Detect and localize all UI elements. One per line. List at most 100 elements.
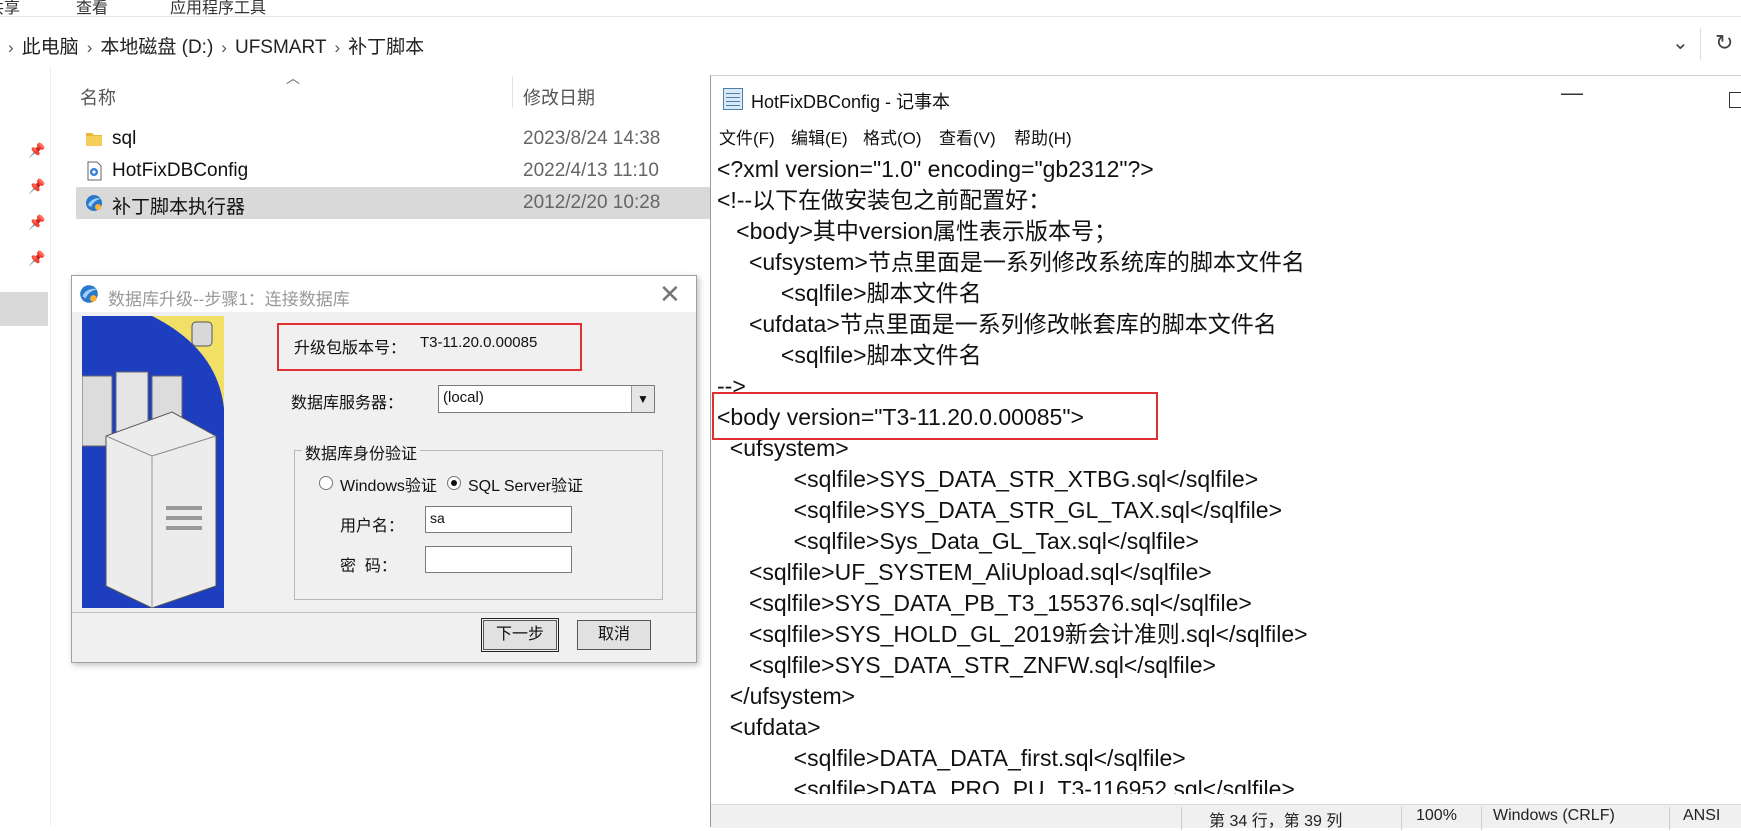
chevron-right-icon[interactable]: › [334,38,340,57]
text-line: <sqlfile>Sys_Data_GL_Tax.sql</sqlfile> [717,528,1199,554]
navigation-pane: 📌 📌 📌 📌 [0,66,51,826]
file-name: HotFixDBConfig [112,160,249,181]
notepad-icon [723,88,743,110]
menu-file[interactable]: 文件(F) [719,124,775,149]
breadcrumb-patch-scripts[interactable]: 补丁脚本 [348,37,424,58]
server-illustration [82,316,224,608]
config-file-icon [87,161,102,181]
column-header-date[interactable]: 修改日期 [523,84,595,110]
text-line: </ufsystem> [717,683,856,709]
ribbon-tabs: 共享 查看 应用程序工具 [0,0,1741,17]
file-row-patch-executor[interactable]: 补丁脚本执行器 2012/2/20 10:28 [76,187,710,219]
chevron-right-icon[interactable]: › [87,38,93,57]
password-field[interactable] [425,546,572,573]
nav-selected-item[interactable] [0,292,48,326]
file-name: 补丁脚本执行器 [112,197,246,218]
pin-icon[interactable]: 📌 [28,142,45,159]
notepad-window: HotFixDBConfig - 记事本 — 文件(F) 编辑(E) 格式(O)… [710,75,1741,830]
windows-auth-label[interactable]: Windows验证 [340,472,437,496]
cancel-button[interactable]: 取消 [577,620,651,650]
sort-ascending-icon: ︿ [286,70,300,86]
sql-auth-radio[interactable] [447,476,461,490]
text-line: <sqlfile>DATA_DATA_first.sql</sqlfile> [717,745,1186,771]
breadcrumb: › 此电脑 › 本地磁盘 (D:) › UFSMART › 补丁脚本 [8,32,424,59]
server-label: 数据库服务器： [291,395,404,412]
close-icon[interactable]: ✕ [659,279,681,310]
text-line: <sqlfile>UF_SYSTEM_AliUpload.sql</sqlfil… [717,559,1212,585]
notepad-menubar: 文件(F) 编辑(E) 格式(O) 查看(V) 帮助(H) [711,122,1741,148]
file-date: 2012/2/20 10:28 [523,192,661,213]
text-line: <body>其中version属性表示版本号； [717,218,1118,244]
pin-icon[interactable]: 📌 [28,250,45,267]
minimize-icon[interactable]: — [1561,80,1583,106]
dialog-title: 数据库升级--步骤1：连接数据库 [108,290,350,309]
menu-help[interactable]: 帮助(H) [1014,124,1072,149]
chevron-right-icon[interactable]: › [8,38,14,57]
version-value: T3-11.20.0.00085 [420,334,538,351]
menu-format[interactable]: 格式(O) [863,124,922,149]
notepad-title: HotFixDBConfig - 记事本 [751,92,951,112]
pin-icon[interactable]: 📌 [28,178,45,195]
notepad-text-area[interactable]: <?xml version="1.0" encoding="gb2312"?> … [717,154,1737,794]
text-line: <sqlfile>SYS_DATA_STR_GL_TAX.sql</sqlfil… [717,497,1283,523]
file-row-hotfixdbconfig[interactable]: HotFixDBConfig 2022/4/13 11:10 [76,155,710,187]
breadcrumb-this-pc[interactable]: 此电脑 [22,37,79,58]
app-icon [80,285,98,303]
column-header-name[interactable]: 名称 [80,84,116,110]
text-line: <sqlfile>SYS_DATA_STR_XTBG.sql</sqlfile> [717,466,1259,492]
text-line: <ufdata> [717,714,821,740]
text-line: <ufsystem>节点里面是一系列修改系统库的脚本文件名 [717,249,1305,275]
version-label: 升级包版本号： [294,340,407,357]
pin-icon[interactable]: 📌 [28,214,45,231]
username-value: sa [430,510,445,526]
text-line: <ufdata>节点里面是一系列修改帐套库的脚本文件名 [717,311,1277,337]
text-line: <sqlfile>SYS_HOLD_GL_2019新会计准则.sql</sqlf… [717,621,1308,647]
windows-auth-radio[interactable] [319,476,333,490]
status-encoding: ANSI [1683,807,1721,824]
divider [1401,807,1402,830]
text-line: <?xml version="1.0" encoding="gb2312"?> [717,156,1154,182]
file-row-sql[interactable]: sql 2023/8/24 14:38 [76,123,710,155]
maximize-icon[interactable] [1729,92,1741,108]
text-line: <sqlfile>DATA_PRO_PU_T3-116952.sql</sqlf… [717,776,1295,794]
text-line: <sqlfile>SYS_DATA_STR_ZNFW.sql</sqlfile> [717,652,1216,678]
breadcrumb-ufsmart[interactable]: UFSMART [235,37,326,58]
chevron-down-icon[interactable]: ⌄ [1672,30,1689,55]
text-line: <sqlfile>脚本文件名 [717,280,982,306]
column-divider[interactable] [512,76,513,108]
status-zoom: 100% [1416,807,1457,824]
file-date: 2022/4/13 11:10 [523,160,659,181]
text-line: <sqlfile>SYS_DATA_PB_T3_155376.sql</sqlf… [717,590,1252,616]
text-line: <sqlfile>脚本文件名 [717,342,982,368]
dropdown-arrow-icon[interactable]: ▼ [631,386,654,412]
ribbon-tab-share[interactable]: 共享 [0,0,20,16]
sql-auth-label[interactable]: SQL Server验证 [468,472,583,496]
body-version-highlight [712,392,1158,440]
chevron-right-icon[interactable]: › [221,38,227,57]
ribbon-tab-view[interactable]: 查看 [76,0,108,16]
menu-edit[interactable]: 编辑(E) [791,124,848,149]
file-name: sql [112,128,137,149]
server-select[interactable]: (local) ▼ [438,385,655,413]
ribbon-tab-app-tools[interactable]: 应用程序工具 [170,0,266,16]
text-line: <!--以下在做安装包之前配置好： [717,187,1052,213]
dialog-titlebar[interactable]: 数据库升级--步骤1：连接数据库 ✕ [72,276,696,312]
divider [1700,28,1701,60]
divider [1669,807,1670,830]
refresh-icon[interactable]: ↻ [1715,30,1733,56]
db-upgrade-dialog: 数据库升级--步骤1：连接数据库 ✕ 升级包版本号： T3-11.20.0.00… [71,275,697,663]
notepad-statusbar: 第 34 行，第 39 列 100% Windows (CRLF) ANSI [711,804,1741,830]
file-date: 2023/8/24 14:38 [523,128,661,149]
breadcrumb-local-disk[interactable]: 本地磁盘 (D:) [100,37,213,58]
notepad-titlebar[interactable]: HotFixDBConfig - 记事本 — [711,76,1741,120]
username-field[interactable]: sa [425,506,572,533]
menu-view[interactable]: 查看(V) [939,124,996,149]
status-line-ending: Windows (CRLF) [1493,807,1615,824]
folder-icon [86,133,102,146]
password-label: 密 码： [340,558,397,575]
next-button[interactable]: 下一步 [481,618,559,652]
status-position: 第 34 行，第 39 列 [1209,813,1343,830]
server-value: (local) [443,389,484,406]
username-label: 用户名： [340,518,405,535]
address-bar[interactable]: › 此电脑 › 本地磁盘 (D:) › UFSMART › 补丁脚本 ⌄ ↻ [0,22,1741,66]
